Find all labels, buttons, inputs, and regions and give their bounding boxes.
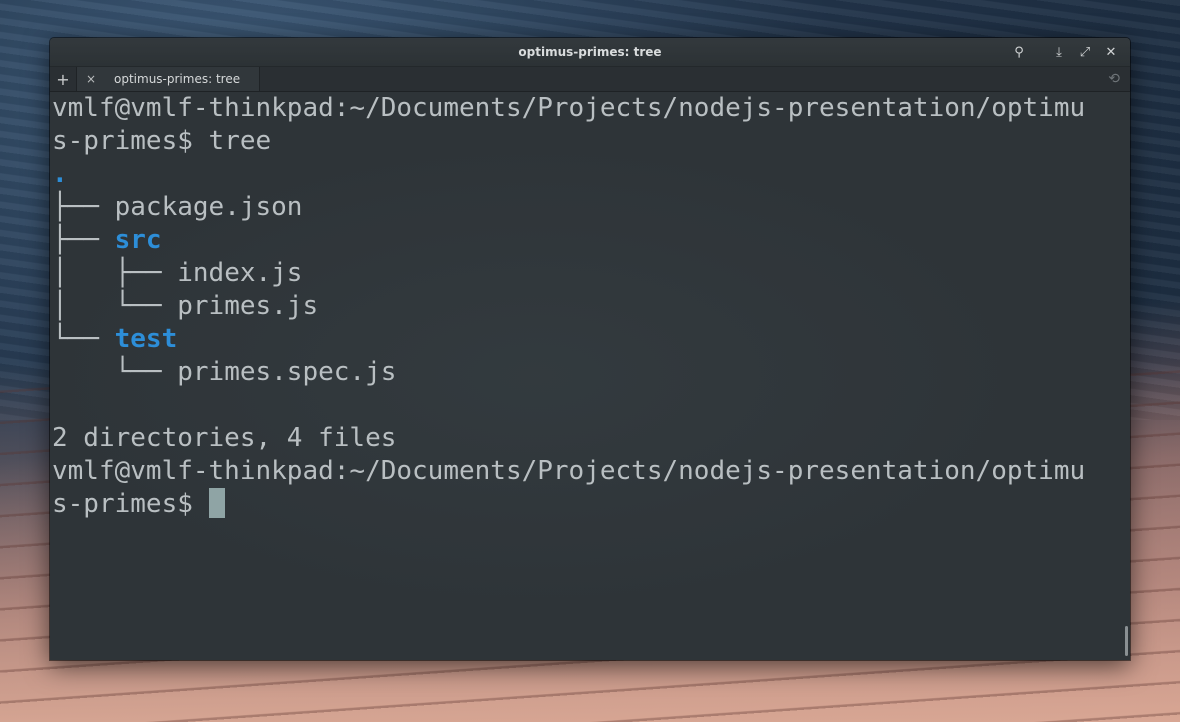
tree-branch: └── xyxy=(52,324,115,354)
command-text: tree xyxy=(208,126,272,156)
title-bar-controls: ⚲ ⤓ ⤢ ✕ xyxy=(1006,38,1124,66)
tree-entry: │ ├── index.js xyxy=(52,257,1116,290)
title-bar[interactable]: optimus-primes: tree ⚲ ⤓ ⤢ ✕ xyxy=(50,38,1130,67)
tree-dir-name: src xyxy=(114,225,162,255)
tab-close-icon[interactable]: × xyxy=(83,67,99,91)
prompt-text: s-primes$ xyxy=(52,489,209,519)
tree-file-name: primes.js xyxy=(177,291,319,321)
tree-branch: │ ├── xyxy=(52,258,178,288)
search-icon[interactable]: ⚲ xyxy=(1006,39,1032,65)
tree-file-name: package.json xyxy=(114,192,303,222)
close-icon[interactable]: ✕ xyxy=(1098,39,1124,65)
tree-branch: ├── xyxy=(52,192,115,222)
tree-file-name: index.js xyxy=(177,258,303,288)
prompt-line: s-primes$ tree xyxy=(52,125,1116,158)
terminal-window: optimus-primes: tree ⚲ ⤓ ⤢ ✕ + × optimus… xyxy=(50,38,1130,660)
prompt-line: vmlf@vmlf-thinkpad:~/Documents/Projects/… xyxy=(52,455,1116,488)
tree-summary: 2 directories, 4 files xyxy=(52,422,1116,455)
tab-label: optimus-primes: tree xyxy=(114,72,241,86)
summary-text: 2 directories, 4 files xyxy=(52,423,397,453)
prompt-line: vmlf@vmlf-thinkpad:~/Documents/Projects/… xyxy=(52,92,1116,125)
history-icon[interactable]: ⟲ xyxy=(1108,67,1120,91)
tree-root-dot: . xyxy=(52,159,68,189)
tree-branch: ├── xyxy=(52,225,115,255)
download-icon[interactable]: ⤓ xyxy=(1046,39,1072,65)
tab-optimus-primes[interactable]: × optimus-primes: tree xyxy=(77,67,260,91)
window-title: optimus-primes: tree xyxy=(518,45,662,59)
tab-bar: + × optimus-primes: tree ⟲ xyxy=(50,67,1130,92)
tree-entry: │ └── primes.js xyxy=(52,290,1116,323)
tree-entry: └── primes.spec.js xyxy=(52,356,1116,389)
tree-dir-name: test xyxy=(114,324,178,354)
tree-file-name: primes.spec.js xyxy=(177,357,397,387)
tree-entry: ├── src xyxy=(52,224,1116,257)
prompt-text: s-primes$ xyxy=(52,126,209,156)
prompt-line: s-primes$ xyxy=(52,488,1116,521)
terminal-output[interactable]: vmlf@vmlf-thinkpad:~/Documents/Projects/… xyxy=(50,92,1130,660)
prompt-text: vmlf@vmlf-thinkpad:~/Documents/Projects/… xyxy=(52,456,1086,486)
prompt-text: vmlf@vmlf-thinkpad:~/Documents/Projects/… xyxy=(52,93,1086,123)
tree-entry: └── test xyxy=(52,323,1116,356)
tree-entry: ├── package.json xyxy=(52,191,1116,224)
scrollbar[interactable] xyxy=(1125,626,1128,656)
maximize-icon[interactable]: ⤢ xyxy=(1072,39,1098,65)
tree-branch: │ └── xyxy=(52,291,178,321)
tree-root: . xyxy=(52,158,1116,191)
tree-branch: └── xyxy=(52,357,178,387)
new-tab-button[interactable]: + xyxy=(50,67,77,91)
terminal-cursor xyxy=(208,488,225,518)
